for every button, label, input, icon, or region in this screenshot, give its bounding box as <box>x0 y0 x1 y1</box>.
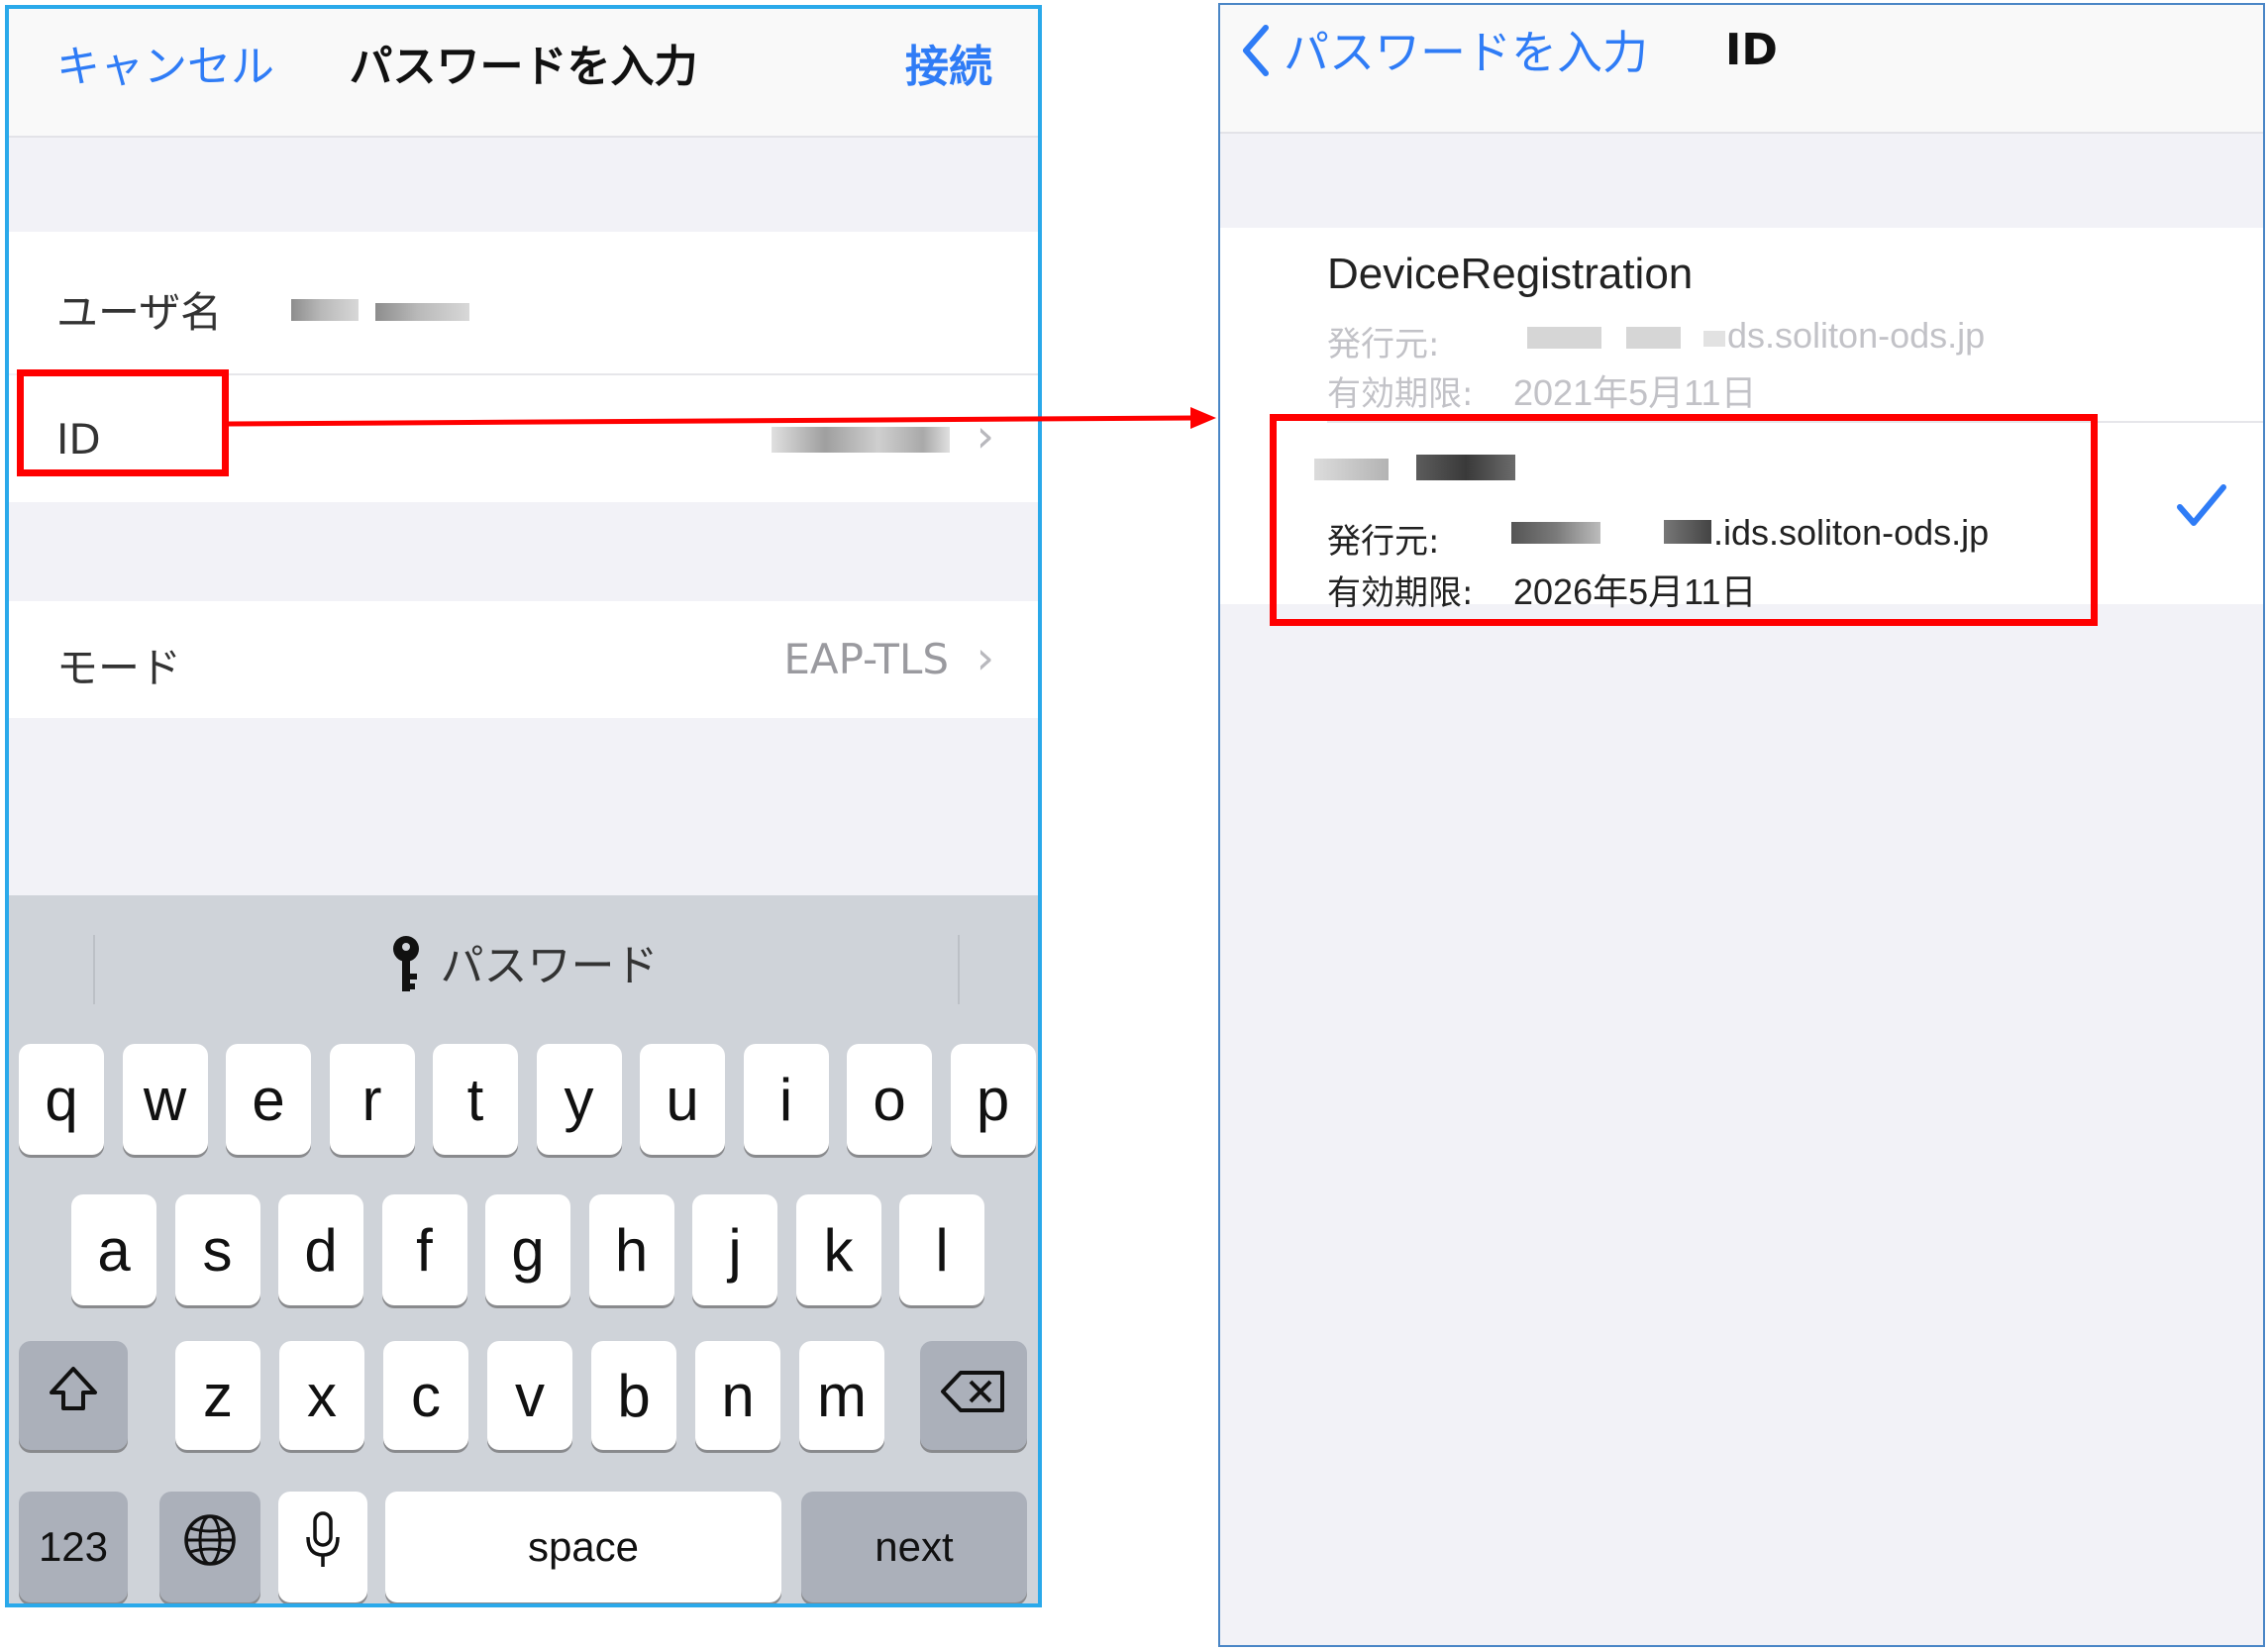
annotation-arrow <box>228 407 1216 429</box>
